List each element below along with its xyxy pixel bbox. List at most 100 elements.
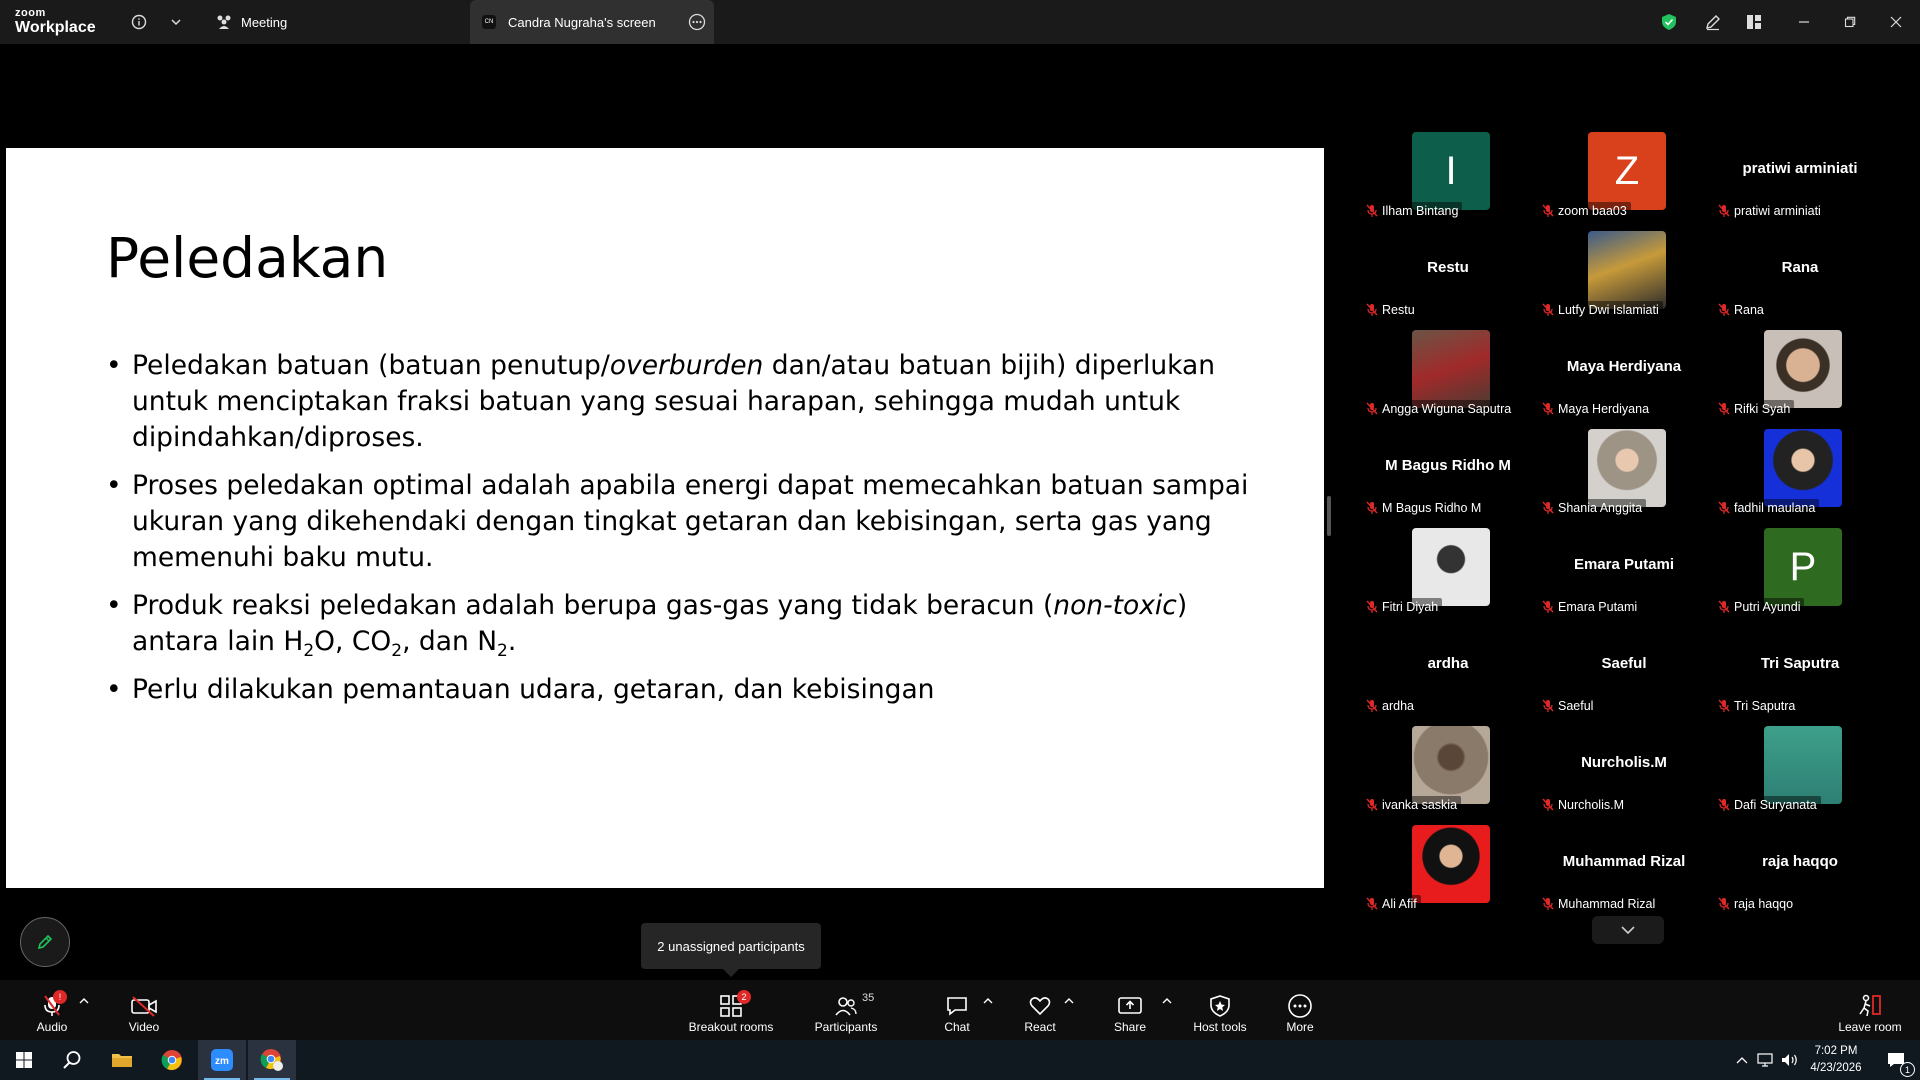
participant-tile[interactable]: I Ilham Bintang (1360, 130, 1536, 229)
taskbar-chrome-profile[interactable] (248, 1040, 296, 1080)
participant-display-name: Saeful (1601, 655, 1647, 672)
people-icon (217, 15, 231, 29)
shared-screen-slide: Peledakan Peledakan batuan (batuan penut… (6, 148, 1324, 888)
participant-name-label: ardha (1364, 697, 1418, 714)
gallery-scroll-down-button[interactable] (1592, 916, 1664, 944)
breakout-rooms-button[interactable]: 2 Breakout rooms (680, 980, 782, 1040)
participant-name-label: Lutfy Dwi Islamiati (1540, 301, 1663, 318)
participant-tile[interactable]: M Bagus Ridho M M Bagus Ridho M (1360, 427, 1536, 526)
audio-button[interactable]: ! Audio (22, 980, 82, 1040)
participant-name-label: fadhil maulana (1716, 499, 1820, 516)
more-options-icon (1288, 994, 1312, 1018)
host-tools-button[interactable]: Host tools (1188, 980, 1252, 1040)
participant-name: zoom baa03 (1558, 203, 1627, 218)
react-options-caret[interactable] (1062, 994, 1076, 1008)
minimize-icon[interactable] (1791, 9, 1817, 35)
bullet-text: . (507, 626, 517, 657)
annotate-pen-icon[interactable] (1700, 9, 1726, 35)
participant-tile[interactable]: Maya Herdiyana Maya Herdiyana (1536, 328, 1712, 427)
taskbar-chrome[interactable] (148, 1040, 196, 1080)
breakout-badge: 2 (737, 990, 751, 1004)
close-icon[interactable] (1883, 9, 1909, 35)
tab-screen-share[interactable]: CN Candra Nugraha's screen (470, 0, 714, 44)
folder-icon (112, 1054, 132, 1067)
share-options-caret[interactable] (1160, 994, 1174, 1008)
participant-name-label: Rana (1716, 301, 1768, 318)
participants-icon (835, 997, 857, 1016)
mic-muted-icon (1718, 501, 1730, 514)
participant-tile[interactable]: fadhil maulana (1712, 427, 1888, 526)
participant-tile[interactable]: Shania Anggita (1536, 427, 1712, 526)
tray-overflow-chevron[interactable] (1730, 1040, 1754, 1080)
leave-room-button[interactable]: Leave room (1834, 980, 1906, 1040)
participant-tile[interactable]: raja haqqo raja haqqo (1712, 823, 1888, 922)
participant-tile[interactable]: Ali Afif (1360, 823, 1536, 922)
bullet-text: Perlu dilakukan pemantauan udara, getara… (132, 674, 935, 705)
windows-logo-icon (16, 1052, 32, 1068)
participant-name: Tri Saputra (1734, 698, 1796, 713)
taskbar-clock[interactable]: 7:02 PM 4/23/2026 (1800, 1043, 1872, 1077)
slide-bullet-list: Peledakan batuan (batuan penutup/overbur… (106, 348, 1276, 720)
participant-tile[interactable]: ivanka saskia (1360, 724, 1536, 823)
participant-tile[interactable]: Rifki Syah (1712, 328, 1888, 427)
windows-start-button[interactable] (0, 1040, 48, 1080)
participant-video-thumbnail (1412, 330, 1490, 408)
participant-avatar: Z (1588, 132, 1666, 210)
participant-tile[interactable]: Emara Putami Emara Putami (1536, 526, 1712, 625)
tab-meeting[interactable]: Meeting (215, 0, 287, 44)
mic-muted-icon (1542, 501, 1554, 514)
react-button[interactable]: React (1018, 980, 1062, 1040)
participant-tile[interactable]: Fitri Diyah (1360, 526, 1536, 625)
participant-tile[interactable]: Muhammad Rizal Muhammad Rizal (1536, 823, 1712, 922)
participant-display-name: Muhammad Rizal (1562, 853, 1686, 870)
subscript: 2 (391, 641, 403, 661)
chat-options-caret[interactable] (981, 994, 995, 1008)
gallery-resize-handle[interactable] (1327, 496, 1331, 536)
bullet-text: Proses peledakan optimal adalah apabila … (132, 470, 1249, 573)
chat-label: Chat (944, 1020, 970, 1034)
participant-tile[interactable]: P Putri Ayundi (1712, 526, 1888, 625)
tray-volume[interactable] (1778, 1040, 1802, 1080)
participant-tile[interactable]: Nurcholis.M Nurcholis.M (1536, 724, 1712, 823)
mic-muted-icon (1718, 798, 1730, 811)
video-button[interactable]: Video (114, 980, 174, 1040)
participant-name: Shania Anggita (1558, 500, 1643, 515)
share-button[interactable]: Share (1108, 980, 1152, 1040)
bullet-italic-text: non-toxic (1053, 590, 1177, 621)
more-options-icon[interactable] (688, 13, 706, 34)
taskbar-zoom[interactable]: zm (198, 1040, 246, 1080)
audio-options-caret[interactable] (77, 994, 91, 1008)
participant-tile[interactable]: Dafi Suryanata (1712, 724, 1888, 823)
participant-name-label: Saeful (1540, 697, 1598, 714)
bullet-text: Peledakan batuan (batuan penutup/ (132, 350, 610, 381)
more-label: More (1286, 1020, 1314, 1034)
participant-tile[interactable]: Tri Saputra Tri Saputra (1712, 625, 1888, 724)
leave-room-label: Leave room (1838, 1020, 1902, 1034)
chat-button[interactable]: Chat (935, 980, 979, 1040)
chevron-down-icon[interactable] (163, 9, 189, 35)
participant-tile[interactable]: ardha ardha (1360, 625, 1536, 724)
participant-tile[interactable]: Angga Wiguna Saputra (1360, 328, 1536, 427)
participant-tile[interactable]: Zzoom baa03 (1536, 130, 1712, 229)
notification-center-button[interactable]: 1 (1872, 1040, 1920, 1080)
taskbar-file-explorer[interactable] (98, 1040, 146, 1080)
security-shield-icon[interactable] (1656, 9, 1682, 35)
participant-display-name: Maya Herdiyana (1566, 358, 1682, 375)
tray-network[interactable] (1754, 1040, 1778, 1080)
view-layout-icon[interactable] (1741, 9, 1767, 35)
participant-tile[interactable]: Rana Rana (1712, 229, 1888, 328)
participant-name: Rana (1734, 302, 1764, 317)
participant-tile[interactable]: Lutfy Dwi Islamiati (1536, 229, 1712, 328)
chevron-up-icon (1736, 1057, 1748, 1064)
more-button[interactable]: More (1277, 980, 1323, 1040)
participants-button[interactable]: 35 Participants (808, 980, 884, 1040)
meeting-info-icon[interactable] (126, 9, 152, 35)
participant-tile[interactable]: pratiwi arminiati pratiwi arminiati (1712, 130, 1888, 229)
participant-tile[interactable]: Saeful Saeful (1536, 625, 1712, 724)
restore-icon[interactable] (1837, 9, 1863, 35)
annotate-floating-button[interactable] (20, 917, 70, 967)
search-button[interactable] (48, 1040, 96, 1080)
participant-tile[interactable]: Restu Restu (1360, 229, 1536, 328)
participant-avatar: I (1412, 132, 1490, 210)
chat-bubble-icon (947, 997, 967, 1016)
